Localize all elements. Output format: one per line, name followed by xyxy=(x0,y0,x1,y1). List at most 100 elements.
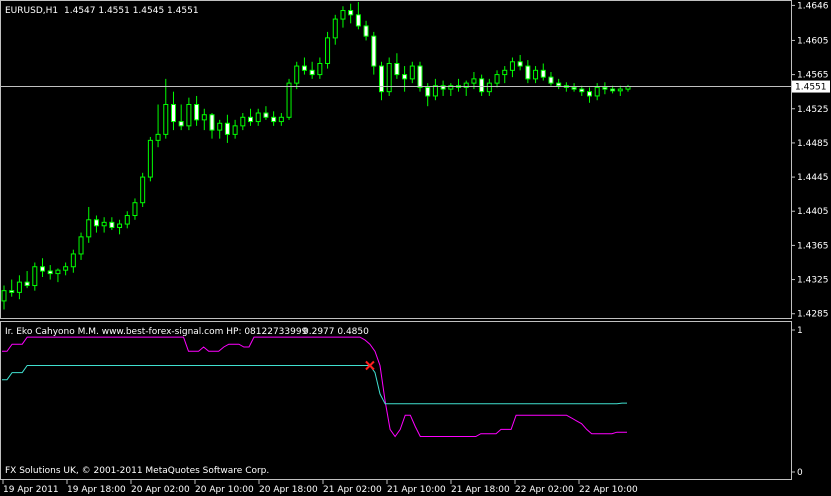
symbol-label: EURUSD,H1 xyxy=(5,6,58,16)
indicator-values: 0.2977 0.4850 xyxy=(303,327,369,337)
background xyxy=(0,0,831,496)
candle-body xyxy=(93,219,99,227)
candle-body xyxy=(224,122,230,135)
candle-body xyxy=(540,69,546,78)
candle-body xyxy=(533,69,539,80)
time-tick-label: 20 Apr 18:00 xyxy=(259,485,318,495)
candle-body xyxy=(301,65,307,71)
candle-body xyxy=(109,221,115,228)
time-tick-label: 22 Apr 10:00 xyxy=(579,485,638,495)
ohlc-label: 1.4547 1.4551 1.4545 1.4551 xyxy=(64,6,199,16)
candle-body xyxy=(294,65,300,84)
candle-body xyxy=(124,215,130,225)
current-price-label: 1.4551 xyxy=(795,83,827,93)
candle-body xyxy=(101,221,107,227)
candle-body xyxy=(132,202,138,217)
price-tick-label: 1.4445 xyxy=(797,173,829,183)
candle-body xyxy=(355,14,361,27)
candle-body xyxy=(263,112,269,118)
candle-body xyxy=(371,35,377,67)
candle-body xyxy=(571,86,577,90)
candle-body xyxy=(525,65,531,80)
candle-body xyxy=(317,62,323,76)
candle-body xyxy=(486,82,492,93)
candle-body xyxy=(255,112,261,123)
candle-body xyxy=(586,91,592,97)
candle-body xyxy=(170,103,176,123)
candle-body xyxy=(325,37,331,64)
candle-body xyxy=(55,269,61,275)
candle-body xyxy=(140,176,146,204)
candle-body xyxy=(394,62,400,76)
price-tick-label: 1.4525 xyxy=(797,105,829,115)
candle-body xyxy=(70,253,76,268)
candle-body xyxy=(163,103,169,135)
candle-body xyxy=(548,76,554,84)
candle-body xyxy=(248,116,254,123)
candle-body xyxy=(594,86,600,97)
candle-body xyxy=(271,116,277,123)
candle-body xyxy=(201,114,207,121)
candle-body xyxy=(602,86,608,90)
candle-body xyxy=(479,78,485,93)
candle-body xyxy=(502,69,508,76)
candle-body xyxy=(278,116,284,123)
candle-body xyxy=(363,25,369,37)
chart-canvas: 1.4646 1.4605 1.4565 1.4525 1.4485 1.4445 1.44… xyxy=(0,0,831,496)
time-tick-label: 21 Apr 10:00 xyxy=(387,485,446,495)
candle-body xyxy=(556,82,562,87)
copyright-label: FX Solutions UK, © 2001-2011 MetaQuotes … xyxy=(5,466,269,476)
candle-body xyxy=(617,88,623,92)
candle-body xyxy=(40,266,46,272)
candle-body xyxy=(63,266,69,271)
indicator-title: Ir. Eko Cahyono M.M. www.best-forex-sign… xyxy=(5,327,308,337)
candle-body xyxy=(194,103,200,121)
candle-body xyxy=(47,270,53,275)
candle-body xyxy=(86,219,92,238)
candle-body xyxy=(432,85,438,97)
price-tick-label: 1.4605 xyxy=(797,36,829,46)
time-tick-label: 19 Apr 2011 xyxy=(3,485,59,495)
candle-body xyxy=(610,88,616,92)
price-tick-label: 1.4485 xyxy=(797,139,829,149)
time-tick-label: 19 Apr 18:00 xyxy=(67,485,126,495)
candle-body xyxy=(309,69,315,76)
candle-body xyxy=(286,82,292,118)
price-tick-label: 1.4285 xyxy=(797,310,829,320)
candle-body xyxy=(340,10,346,20)
candle-body xyxy=(117,223,123,228)
candle-body xyxy=(32,266,38,287)
candle-body xyxy=(178,121,184,127)
candle-body xyxy=(147,139,153,178)
candle-body xyxy=(348,10,354,16)
candle-body xyxy=(209,114,215,131)
candle-body xyxy=(402,74,408,80)
candle-body xyxy=(494,74,500,84)
candle-body xyxy=(78,236,84,255)
candle-body xyxy=(509,61,515,71)
candle-body xyxy=(425,86,431,97)
candle-body xyxy=(232,125,238,135)
candle-body xyxy=(517,61,523,67)
time-tick-label: 21 Apr 02:00 xyxy=(323,485,382,495)
price-tick-label: 1.4365 xyxy=(797,241,829,251)
candle-body xyxy=(1,290,7,302)
price-tick-label: 1.4405 xyxy=(797,207,829,217)
candle-body xyxy=(240,116,246,127)
indicator-tick-label: 1 xyxy=(797,326,803,336)
candle-body xyxy=(16,281,22,293)
candle-body xyxy=(417,65,423,88)
candle-body xyxy=(332,18,338,39)
candle-body xyxy=(579,88,585,93)
candle-body xyxy=(24,281,30,287)
candle-body xyxy=(217,122,223,131)
time-tick-label: 20 Apr 02:00 xyxy=(131,485,190,495)
candle-body xyxy=(409,65,415,80)
candle-body xyxy=(9,290,15,293)
candle-body xyxy=(155,133,161,141)
candle-body xyxy=(471,78,477,84)
time-tick-label: 20 Apr 10:00 xyxy=(195,485,254,495)
candle-body xyxy=(386,62,392,93)
price-tick-label: 1.4325 xyxy=(797,276,829,286)
indicator-tick-label: 0 xyxy=(797,468,803,478)
